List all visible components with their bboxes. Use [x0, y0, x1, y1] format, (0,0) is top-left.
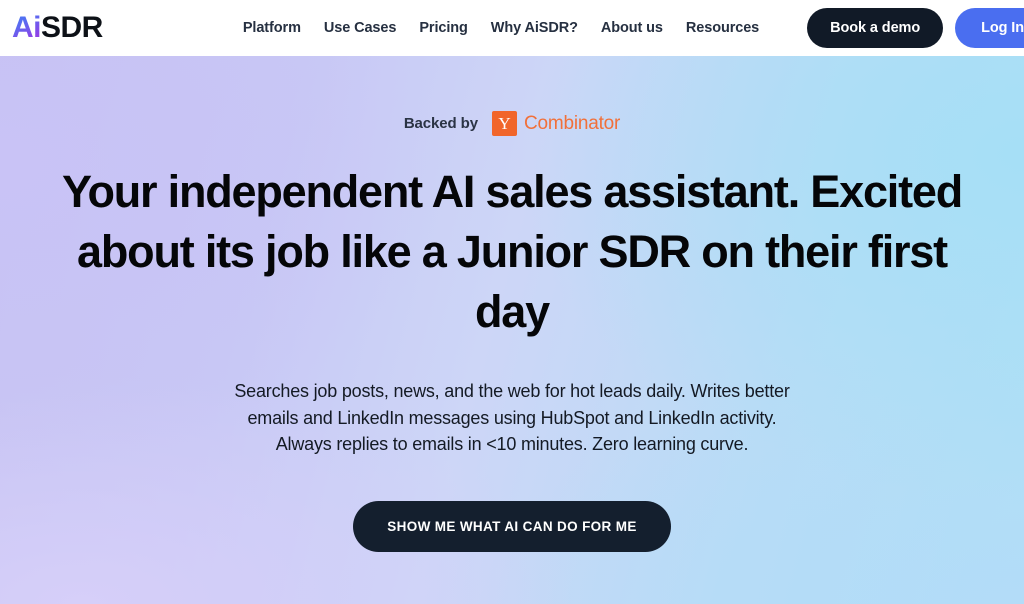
landing-page: Ai SDR Platform Use Cases Pricing Why Ai… — [0, 0, 1024, 604]
hero-cta-button[interactable]: SHOW ME WHAT AI CAN DO FOR ME — [353, 500, 671, 552]
hero-content: Backed by Y Combinator Your independent … — [0, 56, 1024, 604]
backed-by-label: Backed by — [403, 115, 478, 132]
header-actions: Book a demo Log In — [807, 8, 1024, 48]
logo-prefix: Ai — [12, 11, 42, 44]
backed-by-badge: Backed by Y Combinator — [404, 111, 620, 136]
log-in-button[interactable]: Log In — [955, 8, 1024, 48]
y-combinator-name: Combinator — [523, 112, 621, 134]
y-combinator-logo: Y Combinator — [491, 111, 621, 136]
logo-suffix: SDR — [41, 11, 103, 44]
main-navigation: Platform Use Cases Pricing Why AiSDR? Ab… — [243, 20, 759, 36]
hero-headline: Your independent AI sales assistant. Exc… — [62, 166, 963, 337]
hero-section: Backed by Y Combinator Your independent … — [0, 56, 1024, 604]
y-combinator-mark-icon: Y — [491, 111, 517, 136]
site-header: Ai SDR Platform Use Cases Pricing Why Ai… — [0, 0, 1024, 56]
nav-item-platform[interactable]: Platform — [243, 20, 301, 36]
nav-item-about-us[interactable]: About us — [601, 20, 663, 36]
book-a-demo-button[interactable]: Book a demo — [807, 8, 944, 48]
hero-subtitle: Searches job posts, news, and the web fo… — [234, 381, 790, 454]
logo-aisdr[interactable]: Ai SDR — [12, 13, 103, 43]
nav-item-pricing[interactable]: Pricing — [419, 20, 468, 36]
nav-item-use-cases[interactable]: Use Cases — [324, 20, 397, 36]
nav-item-resources[interactable]: Resources — [686, 20, 759, 36]
nav-item-why-aisdr[interactable]: Why AiSDR? — [491, 20, 578, 36]
